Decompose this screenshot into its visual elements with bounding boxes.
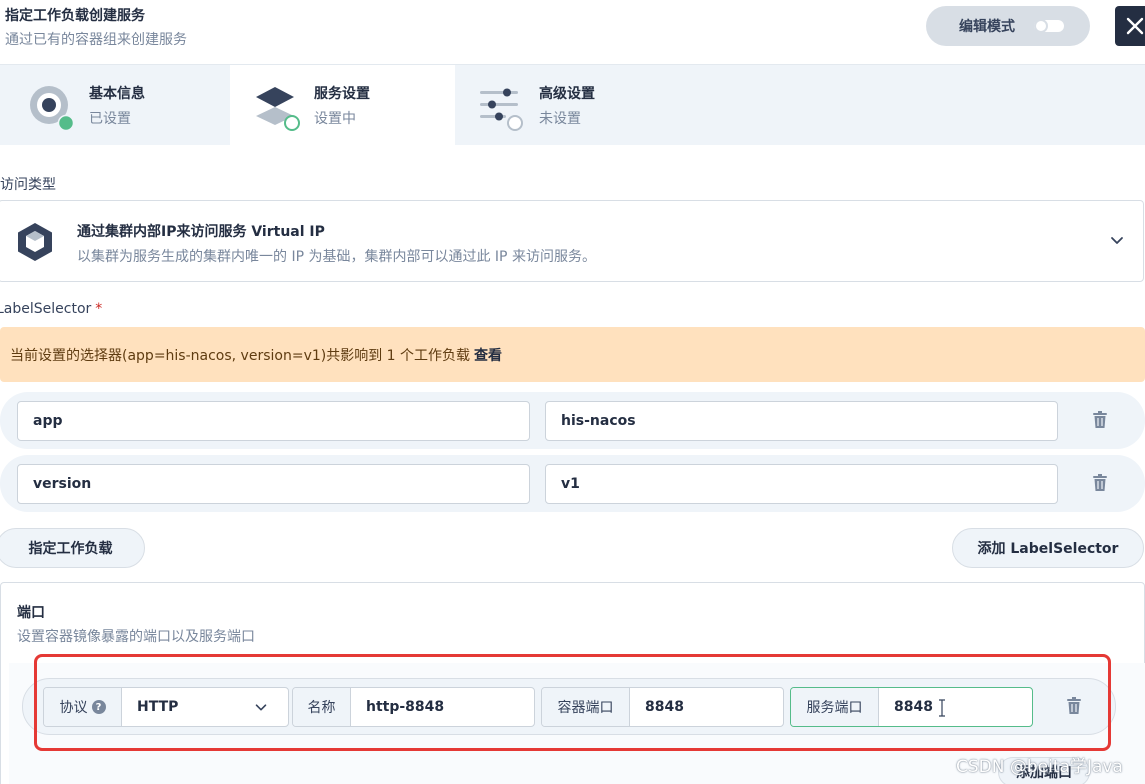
step-service-settings[interactable]: 服务设置 设置中 [230,65,455,146]
label-selector-row: version v1 [0,455,1145,512]
edit-mode-toggle-button[interactable]: 编辑模式 [926,6,1090,46]
basic-info-icon [30,86,74,131]
selector-key-input[interactable]: version [17,464,530,504]
chevron-down-icon [1111,237,1123,244]
close-icon [1126,17,1144,35]
close-button[interactable] [1115,6,1145,46]
selector-value-input[interactable]: v1 [545,464,1058,504]
step-advanced-settings[interactable]: 高级设置 未设置 [455,65,680,146]
label-selector-text: LabelSelector [0,301,92,317]
required-mark: * [95,301,103,317]
page-subtitle: 通过已有的容器组来创建服务 [5,32,187,48]
step-status: 未设置 [539,111,581,127]
trash-icon[interactable] [1090,473,1110,493]
virtual-ip-icon [18,223,52,261]
trash-icon[interactable] [1090,410,1110,430]
access-type-title: 通过集群内部IP来访问服务 Virtual IP [77,224,325,240]
selector-key-input[interactable]: app [17,401,530,441]
service-settings-icon [256,87,300,131]
warning-text: 当前设置的选择器(app=his-nacos, version=v1)共影响到 … [10,347,471,364]
wizard-steps: 基本信息 已设置 服务设置 设置中 高级设置 未设置 [0,64,1145,146]
label-selector-label: LabelSelector * [0,301,102,317]
selector-warning-banner: 当前设置的选择器(app=his-nacos, version=v1)共影响到 … [0,327,1145,382]
advanced-settings-icon [480,88,523,131]
label-selector-row: app his-nacos [0,392,1145,449]
step-label: 高级设置 [539,86,595,102]
switch-knob [1034,19,1048,33]
selector-value-input[interactable]: his-nacos [545,401,1058,441]
watermark: CSDN @beita学Java [956,757,1123,777]
access-type-label: 访问类型 [0,177,56,193]
step-status: 设置中 [314,111,356,127]
specify-workload-button[interactable]: 指定工作负载 [0,528,145,568]
step-label: 服务设置 [314,86,370,102]
step-label: 基本信息 [89,86,145,102]
edit-mode-switch[interactable] [1034,19,1064,33]
edit-mode-label: 编辑模式 [959,19,1015,35]
access-type-description: 以集群为服务生成的集群内唯一的 IP 为基础，集群内部可以通过此 IP 来访问服… [77,249,596,265]
step-basic-info[interactable]: 基本信息 已设置 [0,65,225,146]
ports-title: 端口 [17,605,45,621]
view-workload-link[interactable]: 查看 [474,345,502,365]
page-title: 指定工作负载创建服务 [5,8,145,24]
step-status: 已设置 [89,111,131,127]
access-type-select[interactable]: 通过集群内部IP来访问服务 Virtual IP 以集群为服务生成的集群内唯一的… [0,200,1144,282]
ports-description: 设置容器镜像暴露的端口以及服务端口 [17,629,255,645]
add-label-selector-button[interactable]: 添加 LabelSelector [952,528,1144,568]
red-highlight-box [34,654,1111,751]
